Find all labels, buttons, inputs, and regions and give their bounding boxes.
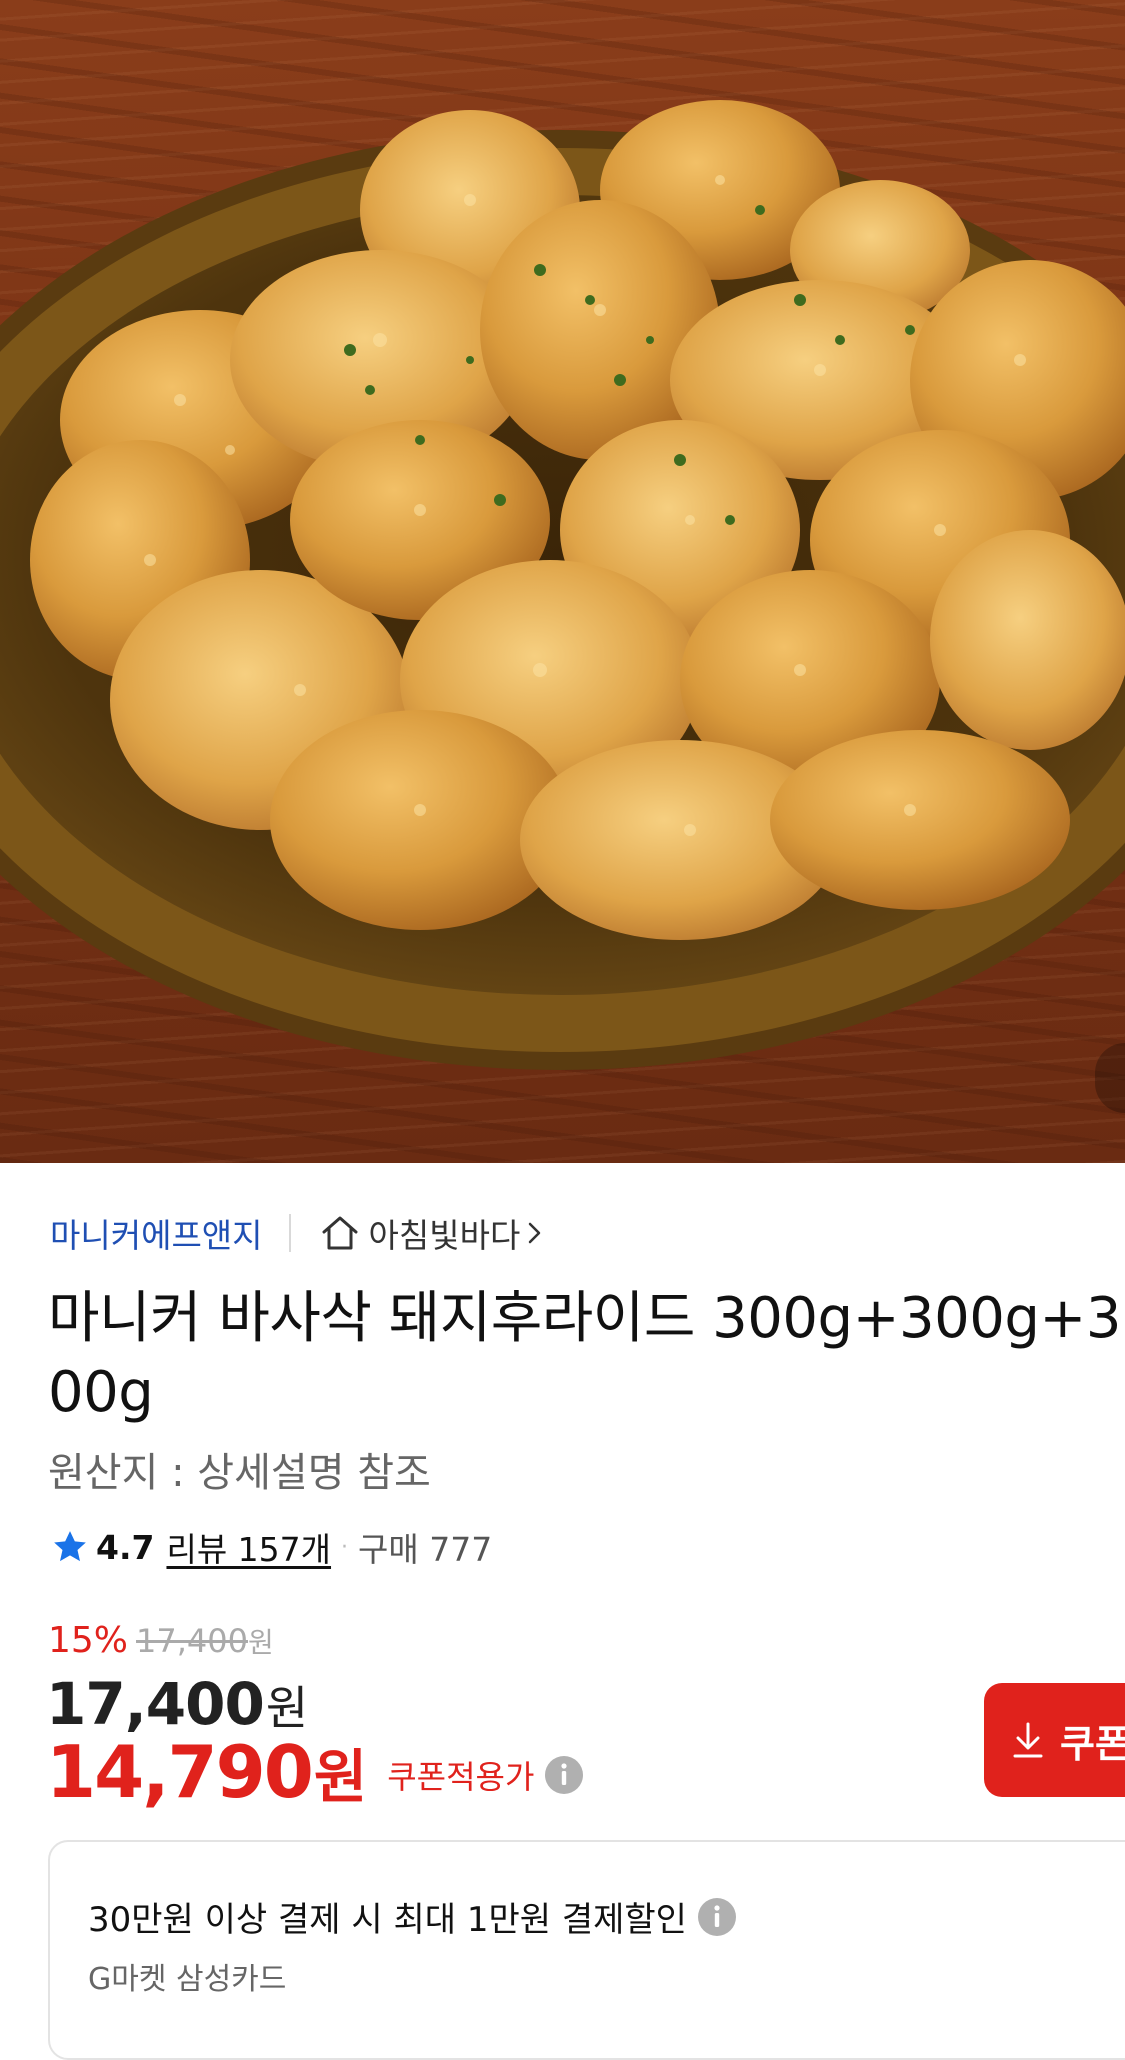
info-icon[interactable] [544,1755,584,1795]
card-promo-box[interactable]: 30만원 이상 결제 시 최대 1만원 결제할인 G마켓 삼성카드 [48,1840,1125,2060]
brand-link[interactable]: 마니커에프앤지 [50,1209,263,1257]
promo-title-row: 30만원 이상 결제 시 최대 1만원 결제할인 [88,1892,737,1941]
chevron-right-icon[interactable] [524,1218,546,1248]
coupon-price-row: 14,790 원 쿠폰적용가 [46,1730,584,1814]
product-title: 마니커 바사삭 돼지후라이드 300g+300g+300g [48,1286,1121,1425]
separator-dot: · [341,1534,349,1560]
coupon-button-label: 쿠폰 [1060,1721,1125,1766]
store-row: 마니커에프앤지 아침빛바다 [50,1208,546,1258]
promo-title: 30만원 이상 결제 시 최대 1만원 결제할인 [88,1900,687,1940]
product-image [0,0,1125,1163]
discount-rate: 15% [48,1620,129,1661]
store-link[interactable]: 아침빛바다 [369,1209,521,1257]
store-divider [288,1214,291,1252]
product-origin: 원산지 : 상세설명 참조 [48,1450,431,1496]
product-photo-illustration [0,100,1125,1070]
review-link[interactable]: 리뷰 157개 [166,1523,331,1571]
home-icon[interactable] [319,1212,361,1254]
coupon-price-unit: 원 [313,1743,368,1811]
sale-price: 17,400 [46,1670,265,1738]
original-price: 17,400 [136,1622,248,1660]
star-icon [50,1527,90,1567]
price-row: 17,400 원 [46,1670,308,1738]
promo-info-icon[interactable] [697,1897,737,1937]
coupon-price-label: 쿠폰적용가 [387,1758,535,1796]
rating-row: 4.7 리뷰 157개 · 구매 777 [50,1522,492,1572]
promo-card-name: G마켓 삼성카드 [88,1962,287,1997]
original-price-unit: 원 [247,1626,274,1659]
rating-score: 4.7 [96,1527,155,1567]
purchase-count: 구매 777 [358,1530,493,1569]
sale-price-unit: 원 [265,1681,309,1735]
coupon-download-button[interactable]: 쿠폰 [984,1683,1125,1797]
discount-row: 15% 17,400 원 [48,1620,274,1661]
coupon-price: 14,790 [46,1730,314,1814]
download-icon [1010,1720,1046,1760]
